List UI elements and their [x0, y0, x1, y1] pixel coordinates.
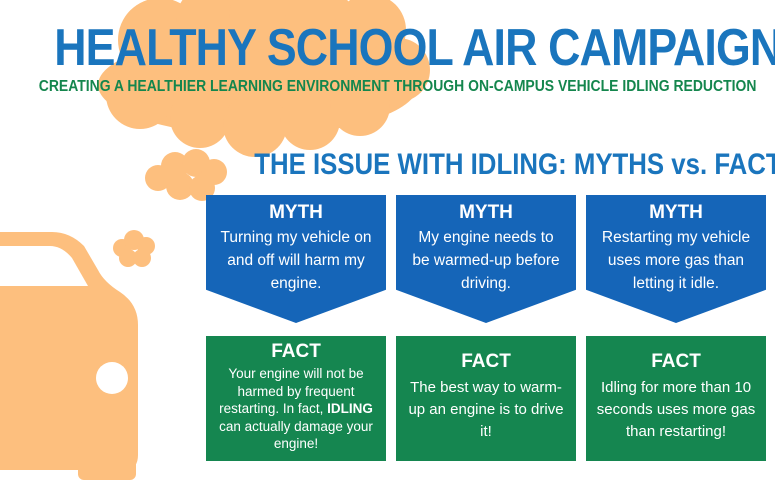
campaign-subtitle: CREATING A HEALTHIER LEARNING ENVIRONMEN… — [38, 78, 757, 95]
myth-text: My engine needs to be warmed-up before d… — [412, 229, 560, 292]
fact-text: The best way to warm-up an engine is to … — [408, 379, 564, 440]
fact-heading: FACT — [461, 351, 511, 372]
myth-heading: MYTH — [269, 202, 323, 223]
fact-text: Idling for more than 10 seconds uses mor… — [596, 379, 756, 440]
myth-heading: MYTH — [459, 202, 513, 223]
fact-heading: FACT — [271, 341, 321, 362]
myth-text: Turning my vehicle on and off will harm … — [220, 229, 372, 292]
myth-text: Restarting my vehicle uses more gas than… — [601, 229, 751, 292]
campaign-title: HEALTHY SCHOOL AIR CAMPAIGN — [54, 19, 775, 77]
fact-text-end: can actually damage your engine! — [219, 418, 373, 452]
fact-card-2: FACT The best way to warm-up an engine i… — [396, 336, 576, 461]
fact-heading: FACT — [651, 351, 701, 372]
fact-card-1: FACT Your engine will not be harmed by f… — [206, 336, 386, 461]
fact-card-3: FACT Idling for more than 10 seconds use… — [586, 336, 766, 461]
fact-text: Your engine will not be harmed by freque… — [214, 365, 378, 453]
fact-emphasis: IDLING — [327, 401, 373, 416]
car-icon — [0, 232, 138, 480]
myth-heading: MYTH — [649, 202, 703, 223]
section-title: THE ISSUE WITH IDLING: MYTHS vs. FACTS — [254, 148, 775, 181]
